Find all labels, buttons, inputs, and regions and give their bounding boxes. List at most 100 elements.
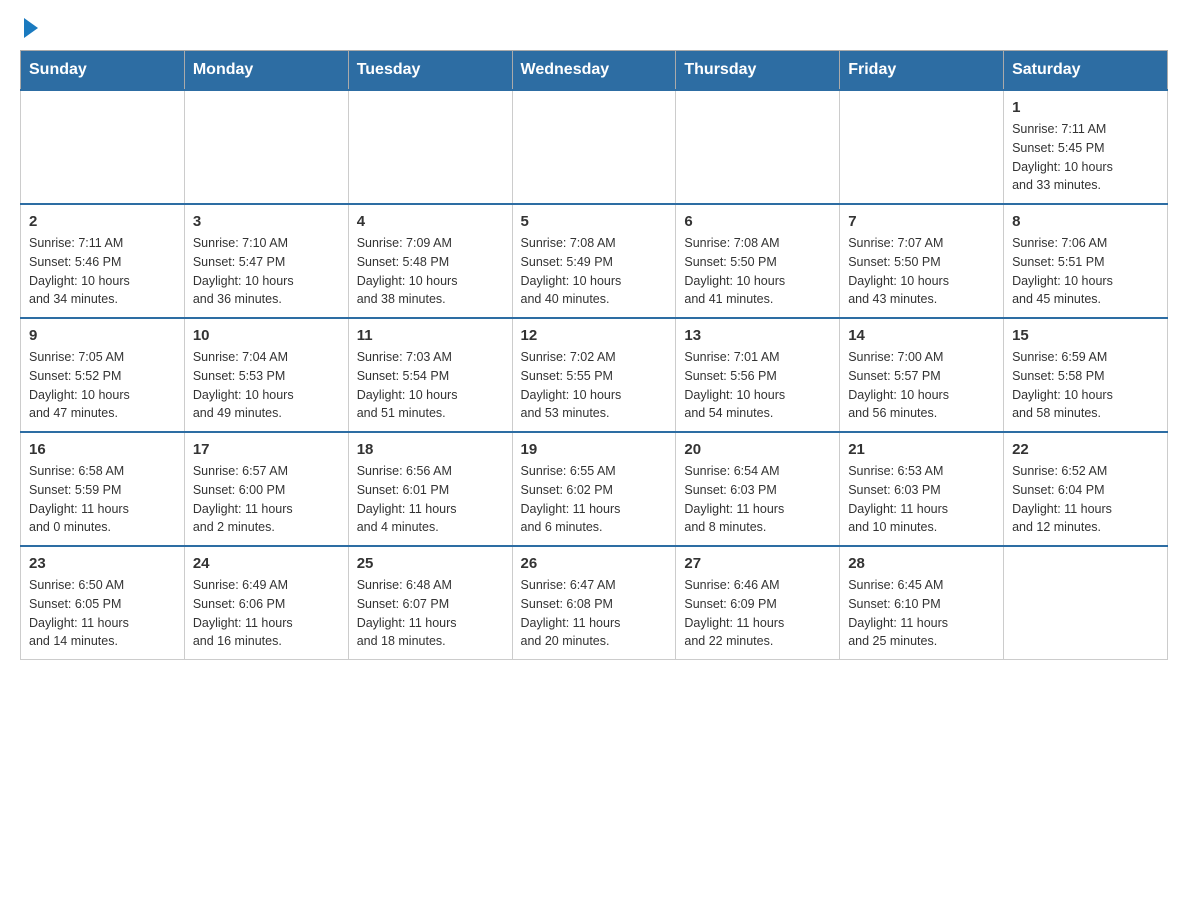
logo [20, 20, 38, 40]
day-info: Sunrise: 6:48 AMSunset: 6:07 PMDaylight:… [357, 576, 504, 651]
calendar-cell: 17 Sunrise: 6:57 AMSunset: 6:00 PMDayligh… [184, 432, 348, 546]
calendar-cell [512, 90, 676, 204]
calendar-cell: 3Sunrise: 7:10 AMSunset: 5:47 PMDaylight… [184, 204, 348, 318]
weekday-header-monday: Monday [184, 51, 348, 91]
weekday-header-wednesday: Wednesday [512, 51, 676, 91]
day-number: 17 [193, 441, 340, 458]
calendar-cell [348, 90, 512, 204]
calendar-cell: 13Sunrise: 7:01 AMSunset: 5:56 PMDayligh… [676, 318, 840, 432]
calendar-cell: 19 Sunrise: 6:55 AMSunset: 6:02 PMDayligh… [512, 432, 676, 546]
calendar-cell: 23 Sunrise: 6:50 AMSunset: 6:05 PMDayligh… [21, 546, 185, 660]
weekday-header-tuesday: Tuesday [348, 51, 512, 91]
calendar-cell [21, 90, 185, 204]
weekday-header-thursday: Thursday [676, 51, 840, 91]
day-number: 5 [521, 213, 668, 230]
day-number: 12 [521, 327, 668, 344]
day-number: 13 [684, 327, 831, 344]
day-number: 16 [29, 441, 176, 458]
calendar-cell: 14 Sunrise: 7:00 AMSunset: 5:57 PMDayligh… [840, 318, 1004, 432]
calendar-cell: 10Sunrise: 7:04 AMSunset: 5:53 PMDayligh… [184, 318, 348, 432]
calendar-cell: 5 Sunrise: 7:08 AMSunset: 5:49 PMDaylight… [512, 204, 676, 318]
calendar-cell [184, 90, 348, 204]
day-number: 9 [29, 327, 176, 344]
day-number: 24 [193, 555, 340, 572]
week-row-4: 16 Sunrise: 6:58 AMSunset: 5:59 PMDayligh… [21, 432, 1168, 546]
calendar-cell: 25 Sunrise: 6:48 AMSunset: 6:07 PMDayligh… [348, 546, 512, 660]
page-header [20, 20, 1168, 40]
calendar-cell: 26 Sunrise: 6:47 AMSunset: 6:08 PMDayligh… [512, 546, 676, 660]
day-info: Sunrise: 7:02 AMSunset: 5:55 PMDaylight:… [521, 348, 668, 423]
day-number: 19 [521, 441, 668, 458]
weekday-header-row: SundayMondayTuesdayWednesdayThursdayFrid… [21, 51, 1168, 91]
calendar-cell: 24 Sunrise: 6:49 AMSunset: 6:06 PMDayligh… [184, 546, 348, 660]
week-row-2: 2 Sunrise: 7:11 AMSunset: 5:46 PMDaylight… [21, 204, 1168, 318]
day-number: 25 [357, 555, 504, 572]
day-number: 26 [521, 555, 668, 572]
calendar-cell: 1 Sunrise: 7:11 AMSunset: 5:45 PMDaylight… [1004, 90, 1168, 204]
day-info: Sunrise: 6:59 AMSunset: 5:58 PMDaylight:… [1012, 348, 1159, 423]
calendar-cell: 11Sunrise: 7:03 AMSunset: 5:54 PMDayligh… [348, 318, 512, 432]
week-row-1: 1 Sunrise: 7:11 AMSunset: 5:45 PMDaylight… [21, 90, 1168, 204]
weekday-header-friday: Friday [840, 51, 1004, 91]
day-number: 8 [1012, 213, 1159, 230]
day-info: Sunrise: 6:53 AMSunset: 6:03 PMDaylight:… [848, 462, 995, 537]
calendar-cell: 27 Sunrise: 6:46 AMSunset: 6:09 PMDayligh… [676, 546, 840, 660]
day-number: 14 [848, 327, 995, 344]
calendar-cell: 7Sunrise: 7:07 AMSunset: 5:50 PMDaylight… [840, 204, 1004, 318]
day-info: Sunrise: 7:09 AMSunset: 5:48 PMDaylight:… [357, 234, 504, 309]
logo-arrow-icon [24, 18, 38, 38]
day-number: 15 [1012, 327, 1159, 344]
day-info: Sunrise: 7:04 AMSunset: 5:53 PMDaylight:… [193, 348, 340, 423]
calendar-cell: 12 Sunrise: 7:02 AMSunset: 5:55 PMDayligh… [512, 318, 676, 432]
day-number: 2 [29, 213, 176, 230]
calendar-cell [676, 90, 840, 204]
day-info: Sunrise: 6:50 AMSunset: 6:05 PMDaylight:… [29, 576, 176, 651]
calendar-cell [840, 90, 1004, 204]
calendar-cell: 2 Sunrise: 7:11 AMSunset: 5:46 PMDaylight… [21, 204, 185, 318]
calendar-cell: 6Sunrise: 7:08 AMSunset: 5:50 PMDaylight… [676, 204, 840, 318]
day-info: Sunrise: 6:54 AMSunset: 6:03 PMDaylight:… [684, 462, 831, 537]
day-number: 28 [848, 555, 995, 572]
day-info: Sunrise: 7:11 AMSunset: 5:46 PMDaylight:… [29, 234, 176, 309]
day-number: 23 [29, 555, 176, 572]
calendar-cell: 22 Sunrise: 6:52 AMSunset: 6:04 PMDayligh… [1004, 432, 1168, 546]
day-info: Sunrise: 6:45 AMSunset: 6:10 PMDaylight:… [848, 576, 995, 651]
week-row-3: 9 Sunrise: 7:05 AMSunset: 5:52 PMDaylight… [21, 318, 1168, 432]
day-info: Sunrise: 6:46 AMSunset: 6:09 PMDaylight:… [684, 576, 831, 651]
calendar-cell: 4 Sunrise: 7:09 AMSunset: 5:48 PMDaylight… [348, 204, 512, 318]
day-info: Sunrise: 6:52 AMSunset: 6:04 PMDaylight:… [1012, 462, 1159, 537]
calendar-cell: 21Sunrise: 6:53 AMSunset: 6:03 PMDayligh… [840, 432, 1004, 546]
day-info: Sunrise: 7:00 AMSunset: 5:57 PMDaylight:… [848, 348, 995, 423]
day-info: Sunrise: 6:49 AMSunset: 6:06 PMDaylight:… [193, 576, 340, 651]
day-number: 22 [1012, 441, 1159, 458]
day-info: Sunrise: 6:56 AMSunset: 6:01 PMDaylight:… [357, 462, 504, 537]
calendar-cell: 15 Sunrise: 6:59 AMSunset: 5:58 PMDayligh… [1004, 318, 1168, 432]
calendar-cell: 18 Sunrise: 6:56 AMSunset: 6:01 PMDayligh… [348, 432, 512, 546]
calendar-cell: 20 Sunrise: 6:54 AMSunset: 6:03 PMDayligh… [676, 432, 840, 546]
day-number: 20 [684, 441, 831, 458]
day-info: Sunrise: 6:55 AMSunset: 6:02 PMDaylight:… [521, 462, 668, 537]
calendar-cell [1004, 546, 1168, 660]
calendar-cell: 8 Sunrise: 7:06 AMSunset: 5:51 PMDaylight… [1004, 204, 1168, 318]
day-info: Sunrise: 7:05 AMSunset: 5:52 PMDaylight:… [29, 348, 176, 423]
day-info: Sunrise: 7:11 AMSunset: 5:45 PMDaylight:… [1012, 120, 1159, 195]
day-info: Sunrise: 6:57 AMSunset: 6:00 PMDaylight:… [193, 462, 340, 537]
weekday-header-saturday: Saturday [1004, 51, 1168, 91]
calendar-cell: 9 Sunrise: 7:05 AMSunset: 5:52 PMDaylight… [21, 318, 185, 432]
day-number: 7 [848, 213, 995, 230]
calendar-cell: 16 Sunrise: 6:58 AMSunset: 5:59 PMDayligh… [21, 432, 185, 546]
day-info: Sunrise: 7:06 AMSunset: 5:51 PMDaylight:… [1012, 234, 1159, 309]
day-info: Sunrise: 6:58 AMSunset: 5:59 PMDaylight:… [29, 462, 176, 537]
day-number: 1 [1012, 99, 1159, 116]
day-info: Sunrise: 7:08 AMSunset: 5:49 PMDaylight:… [521, 234, 668, 309]
day-number: 27 [684, 555, 831, 572]
weekday-header-sunday: Sunday [21, 51, 185, 91]
day-number: 4 [357, 213, 504, 230]
day-info: Sunrise: 7:03 AMSunset: 5:54 PMDaylight:… [357, 348, 504, 423]
day-info: Sunrise: 7:08 AMSunset: 5:50 PMDaylight:… [684, 234, 831, 309]
week-row-5: 23 Sunrise: 6:50 AMSunset: 6:05 PMDayligh… [21, 546, 1168, 660]
day-number: 18 [357, 441, 504, 458]
day-number: 3 [193, 213, 340, 230]
day-info: Sunrise: 6:47 AMSunset: 6:08 PMDaylight:… [521, 576, 668, 651]
calendar-cell: 28 Sunrise: 6:45 AMSunset: 6:10 PMDayligh… [840, 546, 1004, 660]
